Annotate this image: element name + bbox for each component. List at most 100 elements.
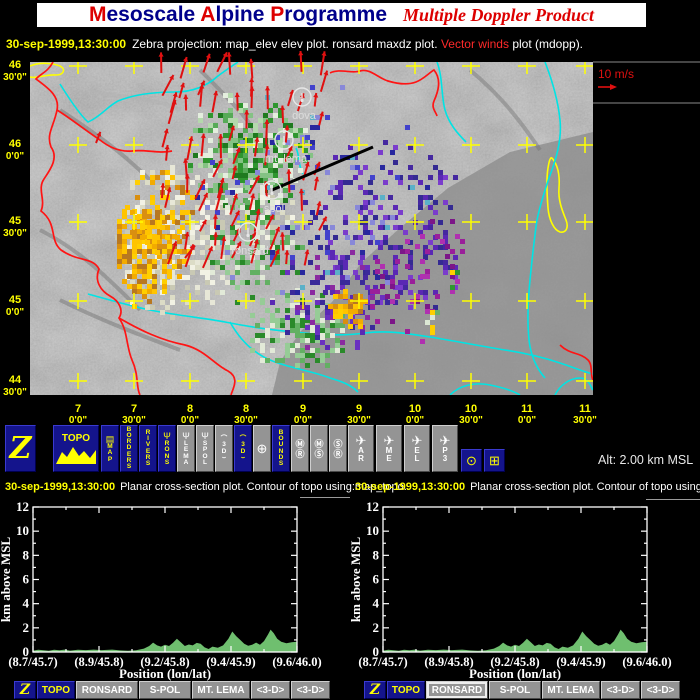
zebra-logo-icon: Z — [370, 683, 380, 697]
toolbar-button-plane-ar[interactable]: ✈AR — [348, 425, 374, 472]
panel1-button-z[interactable]: Z — [364, 681, 386, 699]
toolbar-button-topo[interactable]: TOPO — [53, 425, 99, 472]
lon-axis-label: 10 — [465, 403, 477, 415]
y-tick-label: 4 — [23, 596, 30, 611]
y-tick-label: 12 — [16, 499, 29, 514]
map-plot[interactable]: dovamt_lemaspolronsard4630'0"460'0"4530'… — [0, 0, 700, 425]
lon-axis-label: 11 — [579, 403, 591, 415]
x-tick-label: (8.9/45.8) — [424, 655, 473, 669]
target-icon: ⊙ — [466, 454, 477, 468]
toolbar-button-plane-el[interactable]: ✈EL — [404, 425, 430, 472]
toolbar-button-label: AR — [358, 447, 364, 463]
toolbar-button-rivers[interactable]: RIVERS — [139, 425, 157, 472]
svg-text:0'0": 0'0" — [294, 415, 313, 425]
panel-timestamp: 30-sep-1999,13:30:00 — [5, 481, 115, 493]
svg-text:30'0": 30'0" — [3, 228, 27, 239]
zebra-logo-icon: Z — [10, 434, 32, 464]
panel1-button-3d-1[interactable]: <3-D> — [601, 681, 640, 699]
x-axis-title: Position (lon/lat) — [119, 666, 211, 681]
panel1-button-ronsard[interactable]: RONSARD — [426, 681, 488, 699]
toolbar-button-ms[interactable]: ⓂⓈ — [310, 425, 328, 472]
toolbar-button-spol[interactable]: ΨSPOL — [196, 425, 214, 472]
toolbar-button-label: ME — [386, 447, 393, 463]
map-content: dovamt_lemaspolronsard4630'0"460'0"4530'… — [3, 51, 700, 425]
svg-text:0'0": 0'0" — [6, 151, 25, 162]
panel1-button-s-pol[interactable]: S-POL — [489, 681, 541, 699]
lon-axis-label: 7 — [75, 403, 81, 415]
toolbar-button-mr[interactable]: ⓂⓇ — [291, 425, 309, 472]
y-tick-label: 8 — [23, 547, 30, 562]
svg-text:30'0": 30'0" — [122, 415, 146, 425]
altitude-readout: Alt: 2.00 km MSL — [598, 453, 693, 467]
svg-text:30'0": 30'0" — [459, 415, 483, 425]
toolbar-button-label: ⌒3D⌣ — [240, 436, 247, 461]
toolbar-button-borders[interactable]: BORDERS — [120, 425, 138, 472]
station-label-mt_lema: mt_lema — [265, 153, 308, 165]
svg-text:30'0": 30'0" — [3, 387, 27, 398]
circled-letters-icon: ⓂⓈ — [314, 439, 323, 459]
lat-axis-label: 44 — [9, 374, 22, 386]
lon-axis-label: 9 — [356, 403, 362, 415]
toolbar-button-label: EL — [414, 447, 419, 463]
wind-legend-label: 10 m/s — [598, 67, 634, 81]
x-tick-label: (9.6/46.0) — [272, 655, 321, 669]
lat-axis-label: 45 — [9, 294, 21, 306]
panel1-button-3d-2[interactable]: <3-D> — [641, 681, 680, 699]
station-label-ronsard: ronsard — [231, 245, 268, 257]
topo-button-label: TOPO — [62, 433, 90, 444]
panel1-button-topo[interactable]: TOPO — [387, 681, 425, 699]
toolbar-button-sr[interactable]: ⓈⓇ — [329, 425, 347, 472]
panel0-button-3d-1[interactable]: <3-D> — [251, 681, 290, 699]
lat-axis-label: 46 — [9, 138, 21, 150]
cross-section-plot[interactable]: 024681012(8.7/45.7)(8.9/45.8)(9.2/45.8)(… — [0, 495, 350, 681]
lat-axis-label: 45 — [9, 215, 21, 227]
panel0-button-s-pol[interactable]: S-POL — [139, 681, 191, 699]
toolbar-button-3d-b[interactable]: ⌒3D⌣ — [234, 425, 252, 472]
panel1-button-mt-lema[interactable]: MT. LEMA — [542, 681, 600, 699]
panel0-button-3d-2[interactable]: <3-D> — [291, 681, 330, 699]
toolbar-button-map[interactable]: ▤MAP — [101, 425, 119, 472]
svg-text:30'0": 30'0" — [573, 415, 597, 425]
toolbar-button-label: ⌒3D⌣ — [221, 436, 228, 461]
y-axis-title: km above MSL — [0, 537, 13, 623]
panel0-button-ronsard[interactable]: RONSARD — [76, 681, 138, 699]
svg-text:0'0": 0'0" — [406, 415, 425, 425]
toolbar-button-bounds[interactable]: BOUNDS — [272, 425, 290, 472]
lon-axis-label: 11 — [521, 403, 533, 415]
lat-axis-label: 46 — [9, 59, 21, 71]
svg-text:0'0": 0'0" — [6, 307, 25, 318]
toolbar-button-3d-a[interactable]: ⌒3D⌣ — [215, 425, 233, 472]
y-tick-label: 4 — [373, 596, 380, 611]
toolbar-button-target[interactable]: ⊙ — [461, 449, 482, 472]
svg-text:0'0": 0'0" — [518, 415, 537, 425]
x-tick-label: (8.9/45.8) — [74, 655, 123, 669]
globe-icon: ⊕ — [257, 442, 268, 456]
x-tick-label: (8.7/45.7) — [8, 655, 57, 669]
panel-timestamp: 30-sep-1999,13:30:00 — [355, 481, 465, 493]
panel-header: 30-sep-1999,13:30:00 Planar cross-section… — [355, 481, 700, 493]
toolbar-button-zebra-logo[interactable]: Z — [5, 425, 36, 472]
x-tick-label: (9.4/45.9) — [556, 655, 605, 669]
svg-text:0'0": 0'0" — [69, 415, 88, 425]
toolbar-button-plane-p3[interactable]: ✈P3 — [432, 425, 458, 472]
cross-section-plot[interactable]: 024681012(8.7/45.7)(8.9/45.8)(9.2/45.8)(… — [350, 495, 700, 681]
toolbar-button-grid[interactable]: ⊞ — [484, 449, 505, 472]
panel0-button-topo[interactable]: TOPO — [37, 681, 75, 699]
svg-text:30'0": 30'0" — [234, 415, 258, 425]
panel0-button-mt-lema[interactable]: MT. LEMA — [192, 681, 250, 699]
y-tick-label: 6 — [23, 572, 30, 587]
toolbar-button-globe[interactable]: ⊕ — [253, 425, 271, 472]
y-tick-label: 12 — [366, 499, 379, 514]
panel-title: Planar cross-section plot. Contour of to… — [470, 481, 700, 493]
panel0-button-z[interactable]: Z — [14, 681, 36, 699]
y-tick-label: 10 — [16, 523, 29, 538]
toolbar-button-rons[interactable]: ΨRONS — [158, 425, 176, 472]
toolbar-button-lema[interactable]: ΨLEMA — [177, 425, 195, 472]
toolbar-button-label: BORDERS — [126, 427, 131, 470]
toolbar-button-plane-me[interactable]: ✈ME — [376, 425, 402, 472]
toolbar-button-label: RIVERS — [146, 430, 151, 467]
circled-letters-icon: ⓂⓇ — [295, 439, 304, 459]
lon-axis-label: 10 — [409, 403, 421, 415]
y-tick-label: 6 — [373, 572, 380, 587]
svg-text:30'0": 30'0" — [347, 415, 371, 425]
